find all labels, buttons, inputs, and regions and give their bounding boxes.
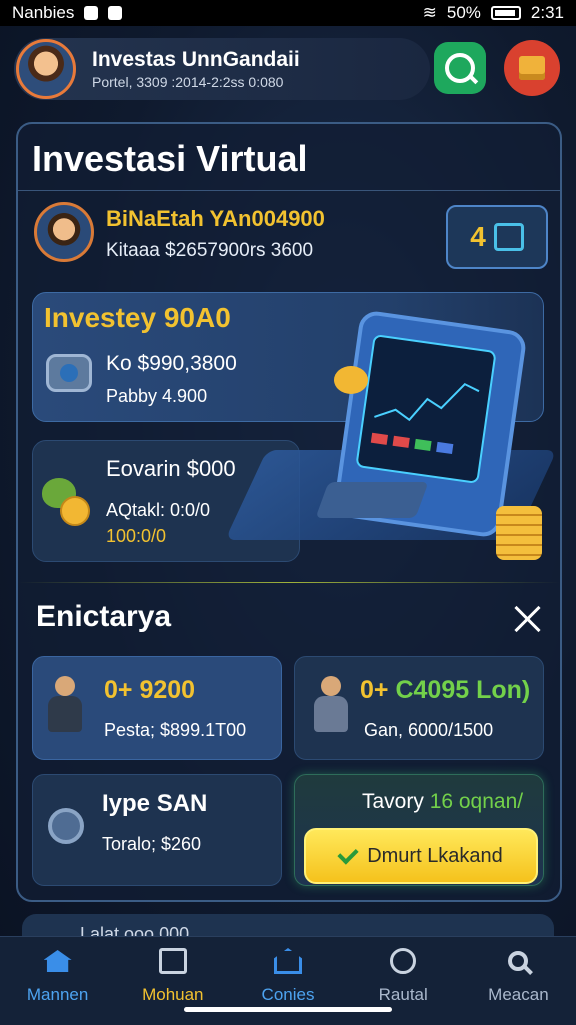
section-divider xyxy=(18,582,560,583)
user-detail: Kitaaa $2657900rs 3600 xyxy=(106,240,314,261)
close-icon[interactable] xyxy=(512,604,544,636)
nav-label: Mannen xyxy=(26,985,89,1004)
notification-icon xyxy=(84,6,99,20)
pen-icon xyxy=(390,948,417,974)
tile-3-title: Iype SAN xyxy=(102,790,208,817)
tile-2-detail: Gan, 6000/1500 xyxy=(364,720,494,740)
avatar[interactable] xyxy=(16,39,76,99)
calendar-icon xyxy=(493,223,524,251)
calendar-badge: 4 xyxy=(470,221,486,252)
balance-card-line2: 100:0/0 xyxy=(106,526,167,546)
divider xyxy=(18,190,560,191)
header-subtitle: Portel, 3309 :2014-2:2ss 0:080 xyxy=(92,74,284,90)
invest-card-amount: Ko $990,3800 xyxy=(106,352,237,375)
tile-1-title: 0+ 9200 xyxy=(104,676,196,704)
clock: 2:31 xyxy=(530,3,564,22)
invest-card-detail: Pabby 4.900 xyxy=(106,386,208,406)
chart-icon xyxy=(158,948,187,974)
investor-icon xyxy=(46,676,84,734)
confirm-button[interactable]: Dmurt Lkakand xyxy=(304,828,538,884)
nav-label: Conies xyxy=(261,985,315,1004)
nav-item-home[interactable]: Mannen xyxy=(0,937,115,1025)
wifi-icon: ≋ xyxy=(422,3,437,22)
trading-terminal-illustration xyxy=(225,300,566,570)
box-icon xyxy=(519,56,545,80)
house-icon xyxy=(274,948,302,974)
shop-button[interactable] xyxy=(504,40,560,96)
profile-header[interactable]: Investas UnnGandaii Portel, 3309 :2014-2… xyxy=(14,38,430,100)
nav-label: Meacan xyxy=(488,985,549,1004)
status-bar: Nanbies ≋ 50% 2:31 xyxy=(0,0,576,26)
confirm-button-label: Dmurt Lkakand xyxy=(367,844,503,867)
carrier-label: Nanbies xyxy=(12,3,75,22)
coin-icon xyxy=(46,354,92,392)
tile-3-detail: Toralo; $260 xyxy=(102,834,202,854)
robot-icon xyxy=(312,676,350,734)
balance-card-title: Eovarin $000 xyxy=(106,456,236,481)
nav-label: Rautal xyxy=(378,985,428,1004)
money-bag-icon xyxy=(42,466,96,528)
tile-2-title: 0+ C4095 Lon) xyxy=(360,676,531,704)
balance-card-line1: AQtakl: 0:0/0 xyxy=(106,500,211,520)
user-name: BiNaEtah YAn004900 xyxy=(106,206,325,231)
search-button[interactable] xyxy=(434,42,486,94)
search-icon xyxy=(445,53,475,83)
section-title: Enictarya xyxy=(36,600,172,633)
calendar-button[interactable]: 4 xyxy=(446,205,548,269)
search-icon xyxy=(508,951,529,971)
battery-percent: 50% xyxy=(446,3,481,22)
nav-label: Mohuan xyxy=(142,985,204,1004)
header-title: Investas UnnGandaii xyxy=(92,48,300,71)
battery-icon xyxy=(490,6,521,20)
user-avatar[interactable] xyxy=(34,202,94,262)
tile-4-title: Tavory 16 oqnan/ xyxy=(362,790,524,813)
check-icon xyxy=(337,843,359,865)
notification-icon-2 xyxy=(108,6,123,20)
tile-1-detail: Pesta; $899.1T00 xyxy=(104,720,247,740)
panel-title: Investasi Virtual xyxy=(32,138,308,179)
invest-card-title: Investey 90A0 xyxy=(44,302,231,333)
nav-item-search[interactable]: Meacan xyxy=(461,937,576,1025)
home-icon xyxy=(43,950,72,972)
home-indicator[interactable] xyxy=(184,1007,392,1012)
gear-icon xyxy=(48,808,84,844)
